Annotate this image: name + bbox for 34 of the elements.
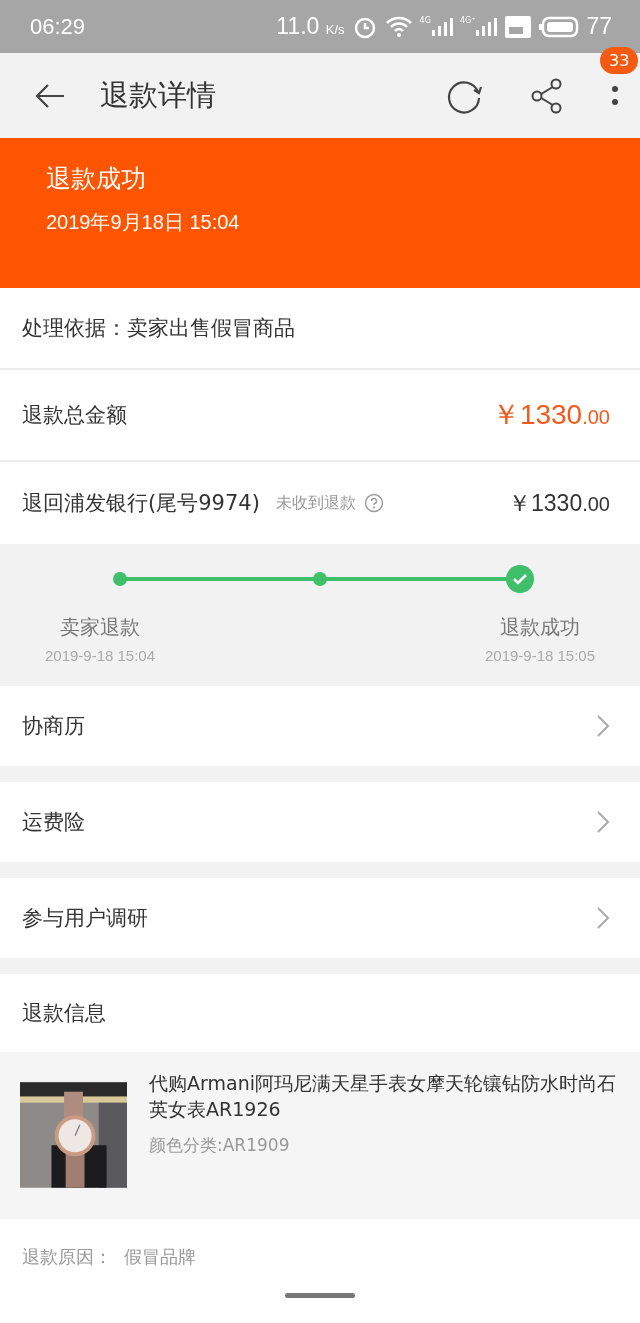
step-time: 2019-9-18 15:05 bbox=[484, 647, 596, 664]
list-item[interactable]: 参与用户调研 bbox=[0, 878, 640, 958]
battery-level: 77 bbox=[586, 13, 612, 40]
section-title: 退款信息 bbox=[22, 1000, 106, 1027]
reason-value: 假冒品牌 bbox=[124, 1245, 196, 1269]
refund-time: 2019年9月18日 15:04 bbox=[46, 210, 241, 235]
product-name: 代购Armani阿玛尼满天星手表女摩天轮镶钻防水时尚石英女表AR1926 bbox=[149, 1071, 617, 1122]
clock-time: 06:29 bbox=[30, 13, 86, 40]
network-type: 4G⁺ bbox=[459, 15, 476, 25]
signal-icon bbox=[430, 15, 453, 38]
step-time: 2019-9-18 15:04 bbox=[44, 647, 156, 664]
step-label: 卖家退款 bbox=[60, 614, 140, 641]
step-label: 退款成功 bbox=[500, 614, 580, 641]
chevron-icon bbox=[596, 810, 610, 834]
chevron-icon bbox=[596, 906, 610, 930]
page-title: 退款详情 bbox=[100, 76, 216, 114]
battery-icon bbox=[539, 15, 580, 38]
refund-status: 退款成功 bbox=[46, 163, 147, 195]
back-icon[interactable] bbox=[34, 81, 66, 110]
list-item[interactable]: 运费险 bbox=[0, 782, 640, 862]
chevron-icon bbox=[596, 714, 610, 738]
basis-text: 处理依据：卖家出售假冒商品 bbox=[22, 315, 295, 342]
bank-amount: ￥1330.00 bbox=[508, 488, 610, 518]
signal-icon bbox=[475, 15, 498, 38]
reason-label: 退款原因： bbox=[22, 1245, 112, 1269]
product-variant: 颜色分类:AR1909 bbox=[149, 1134, 291, 1157]
list-item[interactable]: 协商历 bbox=[0, 686, 640, 766]
network-speed: 11.0 K/s bbox=[276, 13, 345, 40]
network-type: 4G bbox=[419, 15, 431, 25]
help-icon[interactable] bbox=[363, 493, 384, 513]
total-amount: ￥1330.00 bbox=[491, 398, 610, 432]
wifi-icon bbox=[384, 14, 413, 39]
bank-label: 退回浦发银行(尾号9974) bbox=[22, 490, 260, 517]
total-label: 退款总金额 bbox=[22, 402, 127, 429]
